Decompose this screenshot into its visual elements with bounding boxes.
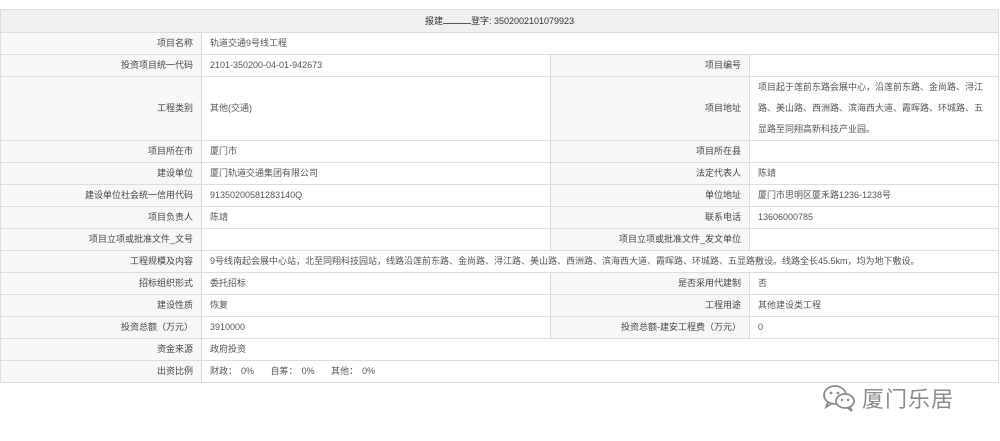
value-phone: 13606000785 (748, 206, 1000, 229)
row-bidding: 招标组织形式 委托招标 是否采用代建制 否 (0, 272, 1000, 295)
label-project-lead: 项目负责人 (0, 206, 202, 229)
label-total-invest: 投资总额（万元） (0, 316, 202, 339)
label-phone: 联系电话 (550, 206, 750, 229)
title-prefix: 报建 (424, 15, 443, 26)
row-project-lead: 项目负责人 陈靖 联系电话 13606000785 (0, 206, 1000, 229)
value-usage: 其他建设类工程 (748, 294, 1000, 317)
value-nature: 恢复 (201, 294, 551, 317)
label-project-address: 项目地址 (550, 76, 750, 141)
value-project-address: 项目起于莲前东路会展中心，沿莲前东路、金尚路、浔江路、美山路、西洲路、滨海西大道… (748, 76, 1000, 141)
value-builder: 厦门轨道交通集团有限公司 (201, 162, 551, 185)
label-approval-doc: 项目立项或批准文件_文号 (0, 228, 202, 251)
row-fund-source: 资金来源 政府投资 (0, 338, 1000, 361)
ratio-self: 自筹： 0% (271, 366, 315, 376)
label-project-name: 项目名称 (0, 32, 202, 55)
row-city-county: 项目所在市 厦门市 项目所在县 (0, 140, 1000, 163)
label-scale: 工程规模及内容 (0, 250, 202, 273)
value-approval-unit (748, 228, 1000, 251)
row-nature: 建设性质 恢复 工程用途 其他建设类工程 (0, 294, 1000, 317)
label-fund-source: 资金来源 (0, 338, 202, 361)
label-credit-code: 建设单位社会统一信用代码 (0, 184, 202, 207)
label-builder: 建设单位 (0, 162, 202, 185)
label-usage: 工程用途 (550, 294, 750, 317)
value-project-lead: 陈靖 (201, 206, 551, 229)
value-project-category: 其他(交通) (201, 76, 551, 141)
row-scale: 工程规模及内容 9号线南起会展中心站，北至同翔科技园站，线路沿莲前东路、金尚路、… (0, 250, 1000, 273)
registration-number-title: 报建 登字: 3502002101079923 (0, 9, 1000, 33)
value-county (748, 140, 1000, 163)
ratio-other-value: 0% (362, 366, 376, 376)
ratio-fiscal: 财政： 0% (210, 366, 254, 376)
value-ratio: 财政： 0% 自筹： 0% 其他： 0% (200, 360, 1000, 383)
value-project-name: 轨道交通9号线工程 (200, 32, 1000, 55)
value-city: 厦门市 (201, 140, 551, 163)
ratio-other-name: 其他： (331, 366, 359, 376)
label-project-number: 项目编号 (550, 54, 750, 77)
ratio-fiscal-name: 财政： (210, 366, 238, 376)
row-approval: 项目立项或批准文件_文号 项目立项或批准文件_发文单位 (0, 228, 1000, 251)
label-legal-rep: 法定代表人 (550, 162, 750, 185)
label-ratio: 出资比例 (0, 360, 202, 383)
value-install-cost: 0 (748, 316, 1000, 339)
row-category-address: 工程类别 其他(交通) 项目地址 项目起于莲前东路会展中心，沿莲前东路、金尚路、… (0, 76, 1000, 141)
label-county: 项目所在县 (550, 140, 750, 163)
label-unit-address: 单位地址 (550, 184, 750, 207)
value-fund-source: 政府投资 (200, 338, 1000, 361)
value-total-invest: 3910000 (201, 316, 551, 339)
label-bidding: 招标组织形式 (0, 272, 202, 295)
value-project-code: 2101-350200-04-01-942673 (201, 54, 551, 77)
value-project-number (748, 54, 1000, 77)
row-project-name: 项目名称 轨道交通9号线工程 (0, 32, 1000, 55)
value-unit-address: 厦门市思明区厦禾路1236-1238号 (748, 184, 1000, 207)
value-legal-rep: 陈靖 (748, 162, 1000, 185)
wechat-icon (822, 384, 856, 412)
label-approval-unit: 项目立项或批准文件_发文单位 (550, 228, 750, 251)
ratio-self-value: 0% (301, 366, 315, 376)
label-agent-build: 是否采用代建制 (550, 272, 750, 295)
label-project-category: 工程类别 (0, 76, 202, 141)
watermark-text: 厦门乐居 (862, 388, 955, 413)
row-credit-code: 建设单位社会统一信用代码 91350200581283140Q 单位地址 厦门市… (0, 184, 1000, 207)
title-row: 报建 登字: 3502002101079923 (0, 9, 1000, 33)
label-project-code: 投资项目统一代码 (0, 54, 202, 77)
value-agent-build: 否 (748, 272, 1000, 295)
label-city: 项目所在市 (0, 140, 202, 163)
ratio-fiscal-value: 0% (241, 366, 255, 376)
value-approval-doc (201, 228, 551, 251)
ratio-other: 其他： 0% (331, 366, 375, 376)
ratio-self-name: 自筹： (270, 366, 298, 376)
row-ratio: 出资比例 财政： 0% 自筹： 0% 其他： 0% (0, 360, 1000, 383)
title-blank (442, 22, 471, 24)
label-install-cost: 投资总额-建安工程费（万元） (550, 316, 750, 339)
value-scale: 9号线南起会展中心站，北至同翔科技园站，线路沿莲前东路、金尚路、浔江路、美山路、… (200, 250, 1000, 273)
row-investment: 投资总额（万元） 3910000 投资总额-建安工程费（万元） 0 (0, 316, 1000, 339)
row-builder: 建设单位 厦门轨道交通集团有限公司 法定代表人 陈靖 (0, 162, 1000, 185)
row-project-code: 投资项目统一代码 2101-350200-04-01-942673 项目编号 (0, 54, 1000, 77)
label-nature: 建设性质 (0, 294, 202, 317)
watermark: 厦门乐居 (822, 381, 954, 415)
registration-table: 报建 登字: 3502002101079923 项目名称 轨道交通9号线工程 投资… (0, 9, 1000, 383)
value-bidding: 委托招标 (201, 272, 551, 295)
title-suffix: 登字: 3502002101079923 (470, 15, 575, 26)
value-credit-code: 91350200581283140Q (201, 184, 551, 207)
